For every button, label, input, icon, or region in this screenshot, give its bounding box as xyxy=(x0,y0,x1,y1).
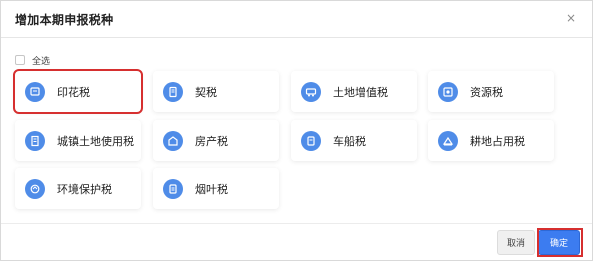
tax-card-label: 契税 xyxy=(195,85,217,99)
farmland-icon xyxy=(438,130,458,151)
tax-card[interactable]: 房产税 xyxy=(153,120,279,161)
confirm-button[interactable]: 确定 xyxy=(538,230,580,255)
dialog-footer: 取消 确定 xyxy=(1,223,592,260)
checkbox-box[interactable] xyxy=(15,55,25,65)
tax-card[interactable]: 城镇土地使用税 xyxy=(15,120,141,161)
close-icon[interactable]: × xyxy=(566,11,576,25)
tax-card-label: 烟叶税 xyxy=(195,182,228,196)
tax-card-label: 资源税 xyxy=(470,85,503,99)
tax-card[interactable]: 契税 xyxy=(153,71,279,112)
select-all-checkbox[interactable]: 全选 xyxy=(15,53,50,67)
tax-card[interactable]: 耕地占用税 xyxy=(428,120,554,161)
dialog-title: 增加本期申报税种 xyxy=(15,13,114,27)
tax-card-label: 城镇土地使用税 xyxy=(57,134,134,148)
tax-card[interactable]: 印花税 xyxy=(13,69,143,114)
tax-card-label: 房产税 xyxy=(195,134,228,148)
cancel-button[interactable]: 取消 xyxy=(497,230,535,255)
tax-card[interactable]: 车船税 xyxy=(291,120,417,161)
environment-icon xyxy=(25,178,45,199)
dialog-header: 增加本期申报税种 × xyxy=(1,1,592,38)
tax-card-label: 土地增值税 xyxy=(333,85,388,99)
land-vat-icon xyxy=(301,81,321,102)
tax-card[interactable]: 环境保护税 xyxy=(15,168,141,209)
property-icon xyxy=(163,130,183,151)
resource-icon xyxy=(438,81,458,102)
tax-card-label: 耕地占用税 xyxy=(470,134,525,148)
tax-card-label: 车船税 xyxy=(333,134,366,148)
add-tax-dialog: 增加本期申报税种 × 全选 印花税 契税 土地增值税 资源税城镇土地使用税 房产税 车船税… xyxy=(0,0,593,261)
tax-card[interactable]: 烟叶税 xyxy=(153,168,279,209)
contract-icon xyxy=(163,81,183,102)
urban-land-icon xyxy=(25,130,45,151)
stamp-icon xyxy=(25,81,45,102)
vehicle-icon xyxy=(301,130,321,151)
tax-card-label: 印花税 xyxy=(57,85,90,99)
select-all-label: 全选 xyxy=(32,56,51,67)
tax-card[interactable]: 资源税 xyxy=(428,71,554,112)
tobacco-icon xyxy=(163,178,183,199)
tax-card[interactable]: 土地增值税 xyxy=(291,71,417,112)
tax-card-label: 环境保护税 xyxy=(57,182,112,196)
